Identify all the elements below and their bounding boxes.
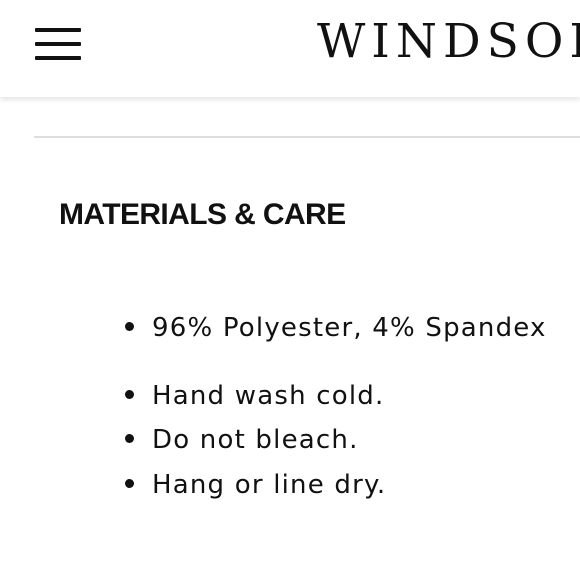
care-item-text: Hand wash cold. [152, 381, 385, 411]
care-item-text: 96% Polyester, 4% Spandex [152, 313, 547, 343]
brand-logo[interactable]: WINDSOR [317, 14, 580, 69]
hamburger-menu-icon[interactable] [35, 28, 81, 62]
care-item-text: Do not bleach. [152, 425, 359, 455]
bullet-icon [125, 390, 134, 399]
section-title[interactable]: MATERIALS & CARE [59, 198, 346, 232]
bullet-icon [125, 479, 134, 488]
site-header: WINDSOR [0, 0, 580, 97]
care-item: 96% Polyester, 4% Spandex [125, 313, 547, 343]
bullet-icon [125, 322, 134, 331]
care-item: Hang or line dry. [125, 470, 386, 500]
care-item-text: Hang or line dry. [152, 470, 387, 500]
bullet-icon [125, 434, 134, 443]
care-item: Hand wash cold. [125, 381, 384, 411]
section-divider [34, 136, 580, 138]
care-item: Do not bleach. [125, 425, 359, 455]
